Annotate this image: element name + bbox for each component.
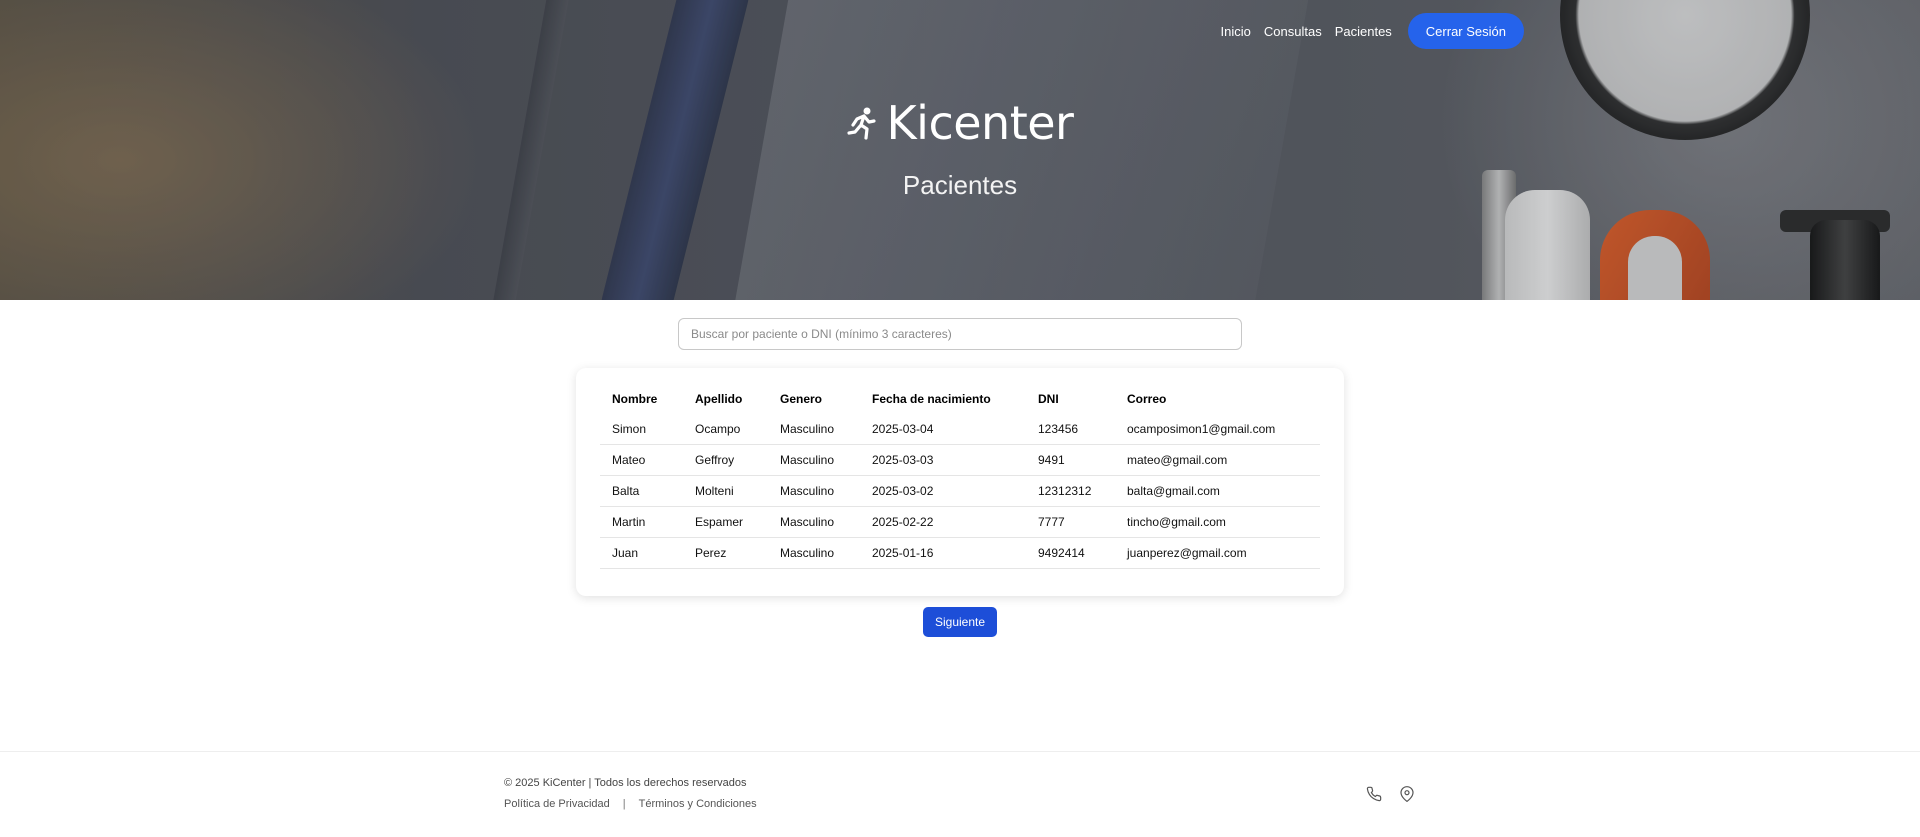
brand: Kicenter bbox=[0, 96, 1920, 150]
table-row[interactable]: Juan Perez Masculino 2025-01-16 9492414 … bbox=[600, 537, 1320, 569]
table-row[interactable]: Simon Ocampo Masculino 2025-03-04 123456… bbox=[600, 414, 1320, 445]
cell-dni: 9491 bbox=[1026, 444, 1115, 476]
brand-name: Kicenter bbox=[886, 96, 1074, 150]
patients-table-card: Nombre Apellido Genero Fecha de nacimien… bbox=[576, 368, 1344, 596]
cell-fecha: 2025-03-03 bbox=[860, 444, 1026, 476]
cell-dni: 123456 bbox=[1026, 414, 1115, 445]
next-page-button[interactable]: Siguiente bbox=[923, 607, 997, 637]
search-container bbox=[678, 318, 1242, 350]
cell-apellido: Espamer bbox=[683, 506, 768, 538]
table-header-row: Nombre Apellido Genero Fecha de nacimien… bbox=[600, 384, 1320, 414]
cell-apellido: Ocampo bbox=[683, 414, 768, 445]
cell-fecha: 2025-02-22 bbox=[860, 506, 1026, 538]
cell-fecha: 2025-03-04 bbox=[860, 414, 1026, 445]
cell-correo: tincho@gmail.com bbox=[1115, 506, 1320, 538]
column-header: Nombre bbox=[612, 392, 658, 406]
cell-correo: juanperez@gmail.com bbox=[1115, 537, 1320, 569]
phone-icon[interactable] bbox=[1366, 786, 1382, 802]
cell-nombre: Simon bbox=[600, 414, 683, 445]
footer-separator: | bbox=[622, 798, 626, 810]
page-title: Pacientes bbox=[902, 170, 1018, 200]
column-header: Fecha de nacimiento bbox=[872, 392, 991, 406]
cell-genero: Masculino bbox=[768, 506, 860, 538]
cell-apellido: Geffroy bbox=[683, 444, 768, 476]
cell-nombre: Mateo bbox=[600, 444, 683, 476]
cell-genero: Masculino bbox=[768, 414, 860, 445]
cell-correo: balta@gmail.com bbox=[1115, 475, 1320, 507]
cell-genero: Masculino bbox=[768, 475, 860, 507]
footer-contact-icons bbox=[1366, 786, 1415, 802]
search-input[interactable] bbox=[678, 318, 1242, 350]
hero-overlay bbox=[0, 0, 1920, 300]
cell-genero: Masculino bbox=[768, 537, 860, 569]
cell-dni: 7777 bbox=[1026, 506, 1115, 538]
cell-apellido: Perez bbox=[683, 537, 768, 569]
cell-apellido: Molteni bbox=[683, 475, 768, 507]
column-header: Apellido bbox=[695, 392, 743, 406]
cell-genero: Masculino bbox=[768, 444, 860, 476]
running-person-icon bbox=[846, 106, 877, 140]
logout-button[interactable]: Cerrar Sesión bbox=[1407, 13, 1524, 49]
nav-link-consultas[interactable]: Consultas bbox=[1264, 24, 1322, 39]
cell-correo: mateo@gmail.com bbox=[1115, 444, 1320, 476]
table-row[interactable]: Mateo Geffroy Masculino 2025-03-03 9491 … bbox=[600, 444, 1320, 476]
footer: © 2025 KiCenter | Todos los derechos res… bbox=[0, 751, 1920, 837]
cell-fecha: 2025-03-02 bbox=[860, 475, 1026, 507]
table-row[interactable]: Balta Molteni Masculino 2025-03-02 12312… bbox=[600, 475, 1320, 507]
column-header: Genero bbox=[780, 392, 823, 406]
column-header: Correo bbox=[1127, 392, 1167, 406]
nav-link-pacientes[interactable]: Pacientes bbox=[1335, 24, 1392, 39]
hero-banner: Inicio Consultas Pacientes Cerrar Sesión… bbox=[0, 0, 1920, 300]
copyright-text: © 2025 KiCenter | Todos los derechos res… bbox=[504, 777, 747, 789]
cell-correo: ocamposimon1@gmail.com bbox=[1115, 414, 1320, 445]
column-header: DNI bbox=[1038, 392, 1059, 406]
table-row[interactable]: Martin Espamer Masculino 2025-02-22 7777… bbox=[600, 506, 1320, 538]
cell-nombre: Balta bbox=[600, 475, 683, 507]
cell-nombre: Juan bbox=[600, 537, 683, 569]
cell-dni: 9492414 bbox=[1026, 537, 1115, 569]
cell-dni: 12312312 bbox=[1026, 475, 1115, 507]
top-nav: Inicio Consultas Pacientes Cerrar Sesión bbox=[1221, 13, 1524, 49]
nav-link-inicio[interactable]: Inicio bbox=[1221, 24, 1251, 39]
footer-links: Política de Privacidad | Términos y Cond… bbox=[504, 798, 757, 810]
cell-fecha: 2025-01-16 bbox=[860, 537, 1026, 569]
terms-link[interactable]: Términos y Condiciones bbox=[639, 798, 757, 810]
patients-table: Nombre Apellido Genero Fecha de nacimien… bbox=[600, 384, 1320, 569]
location-pin-icon[interactable] bbox=[1399, 786, 1415, 802]
privacy-policy-link[interactable]: Política de Privacidad bbox=[504, 798, 610, 810]
cell-nombre: Martin bbox=[600, 506, 683, 538]
